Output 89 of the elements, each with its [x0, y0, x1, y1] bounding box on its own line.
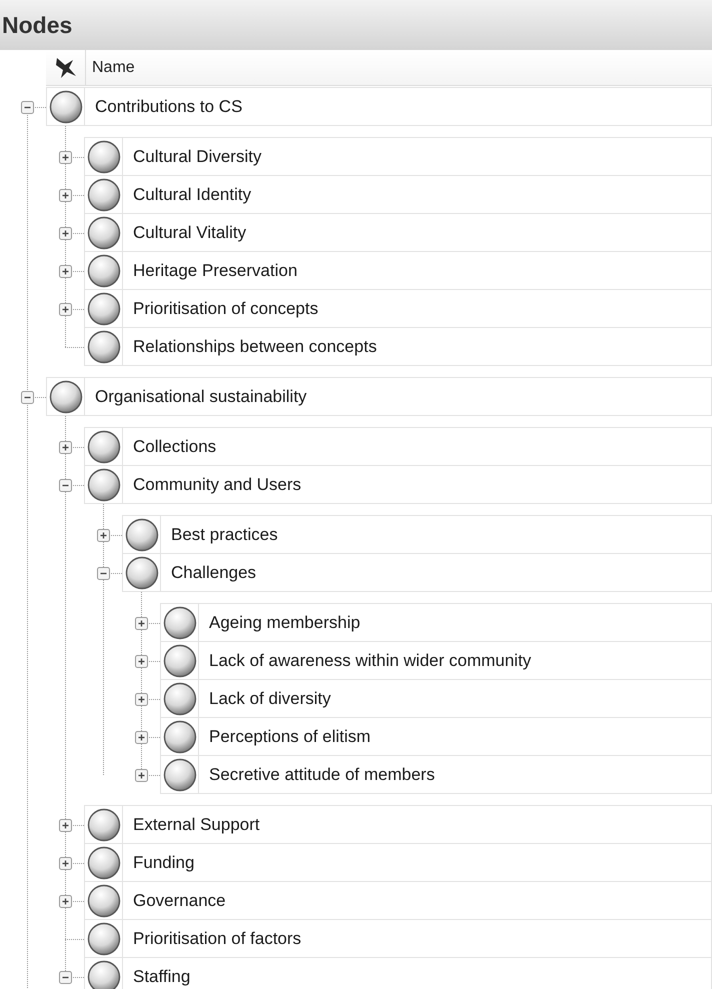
tree-row[interactable]: Perceptions of elitism	[160, 717, 712, 756]
node-icon	[86, 808, 120, 842]
node-name: Organisational sustainability	[94, 386, 307, 408]
column-heading[interactable]: Name	[86, 56, 135, 80]
expand-icon[interactable]	[96, 528, 110, 542]
node-icon	[86, 292, 120, 326]
node-name: Secretive attitude of members	[208, 764, 435, 786]
tree-row[interactable]: Best practices	[122, 515, 712, 554]
pushpin-icon[interactable]	[54, 56, 78, 80]
node-name: Lack of diversity	[208, 688, 331, 710]
collapse-icon[interactable]	[20, 100, 34, 114]
node-name: Heritage Preservation	[132, 260, 298, 282]
node-name: Governance	[132, 890, 226, 912]
node-icon	[124, 518, 158, 552]
tree-row[interactable]: Cultural Vitality	[84, 213, 712, 252]
tree-row[interactable]: Lack of awareness within wider community	[160, 641, 712, 680]
node-icon	[86, 430, 120, 464]
tree-row[interactable]: Contributions to CS	[46, 87, 712, 126]
expand-icon[interactable]	[58, 818, 72, 832]
expand-icon[interactable]	[134, 730, 148, 744]
node-icon	[86, 254, 120, 288]
expand-icon[interactable]	[134, 654, 148, 668]
node-icon	[86, 468, 120, 502]
tree-row[interactable]: Cultural Identity	[84, 175, 712, 214]
node-name: Perceptions of elitism	[208, 726, 371, 748]
node-name: Cultural Identity	[132, 184, 252, 206]
node-name: Collections	[132, 436, 216, 458]
collapse-icon[interactable]	[96, 566, 110, 580]
tree-row[interactable]: Prioritisation of concepts	[84, 289, 712, 328]
expand-icon[interactable]	[58, 440, 72, 454]
collapse-icon[interactable]	[20, 390, 34, 404]
node-name: Community and Users	[132, 474, 302, 496]
node-icon	[162, 758, 196, 792]
tree-row[interactable]: Challenges	[122, 553, 712, 592]
node-name: External Support	[132, 814, 260, 836]
node-name: Funding	[132, 852, 194, 874]
expand-icon[interactable]	[58, 226, 72, 240]
tree-row[interactable]: Relationships between concepts	[84, 327, 712, 366]
node-name: Lack of awareness within wider community	[208, 650, 532, 672]
node-name: Cultural Diversity	[132, 146, 262, 168]
node-icon	[86, 178, 120, 212]
node-icon	[124, 556, 158, 590]
node-icon	[48, 380, 82, 414]
node-icon	[162, 644, 196, 678]
node-icon	[86, 960, 120, 989]
node-name: Contributions to CS	[94, 96, 242, 118]
expand-icon[interactable]	[134, 616, 148, 630]
panel-title: Nodes	[2, 10, 72, 40]
tree-row[interactable]: Lack of diversity	[160, 679, 712, 718]
expand-icon[interactable]	[58, 188, 72, 202]
tree-row[interactable]: External Support	[84, 805, 712, 844]
collapse-icon[interactable]	[58, 478, 72, 492]
node-name: Prioritisation of factors	[132, 928, 302, 950]
tree-row[interactable]: Collections	[84, 427, 712, 466]
tree-row[interactable]: Community and Users	[84, 465, 712, 504]
expand-icon[interactable]	[58, 894, 72, 908]
node-icon	[86, 922, 120, 956]
tree-row[interactable]: Governance	[84, 881, 712, 920]
tree-row[interactable]: Funding	[84, 843, 712, 882]
tree-row[interactable]: Heritage Preservation	[84, 251, 712, 290]
tree-row[interactable]: Staffing	[84, 957, 712, 989]
node-name: Best practices	[170, 524, 278, 546]
node-name: Cultural Vitality	[132, 222, 246, 244]
tree-row[interactable]: Cultural Diversity	[84, 137, 712, 176]
expand-icon[interactable]	[58, 302, 72, 316]
expand-icon[interactable]	[58, 856, 72, 870]
node-icon	[86, 216, 120, 250]
node-name: Prioritisation of concepts	[132, 298, 318, 320]
expand-icon[interactable]	[58, 264, 72, 278]
expand-icon[interactable]	[58, 150, 72, 164]
tree-row[interactable]: Ageing membership	[160, 603, 712, 642]
expand-icon[interactable]	[134, 768, 148, 782]
node-icon	[86, 884, 120, 918]
node-name: Ageing membership	[208, 612, 360, 634]
expand-icon[interactable]	[134, 692, 148, 706]
node-name: Staffing	[132, 966, 190, 988]
node-icon	[86, 140, 120, 174]
node-icon	[162, 682, 196, 716]
node-icon	[48, 90, 82, 124]
collapse-icon[interactable]	[58, 970, 72, 984]
node-name: Challenges	[170, 562, 256, 584]
node-icon	[86, 330, 120, 364]
node-icon	[86, 846, 120, 880]
node-icon	[162, 720, 196, 754]
tree-row[interactable]: Secretive attitude of members	[160, 755, 712, 794]
node-icon	[162, 606, 196, 640]
node-name: Relationships between concepts	[132, 336, 377, 358]
tree-row[interactable]: Organisational sustainability	[46, 377, 712, 416]
tree-row[interactable]: Prioritisation of factors	[84, 919, 712, 958]
